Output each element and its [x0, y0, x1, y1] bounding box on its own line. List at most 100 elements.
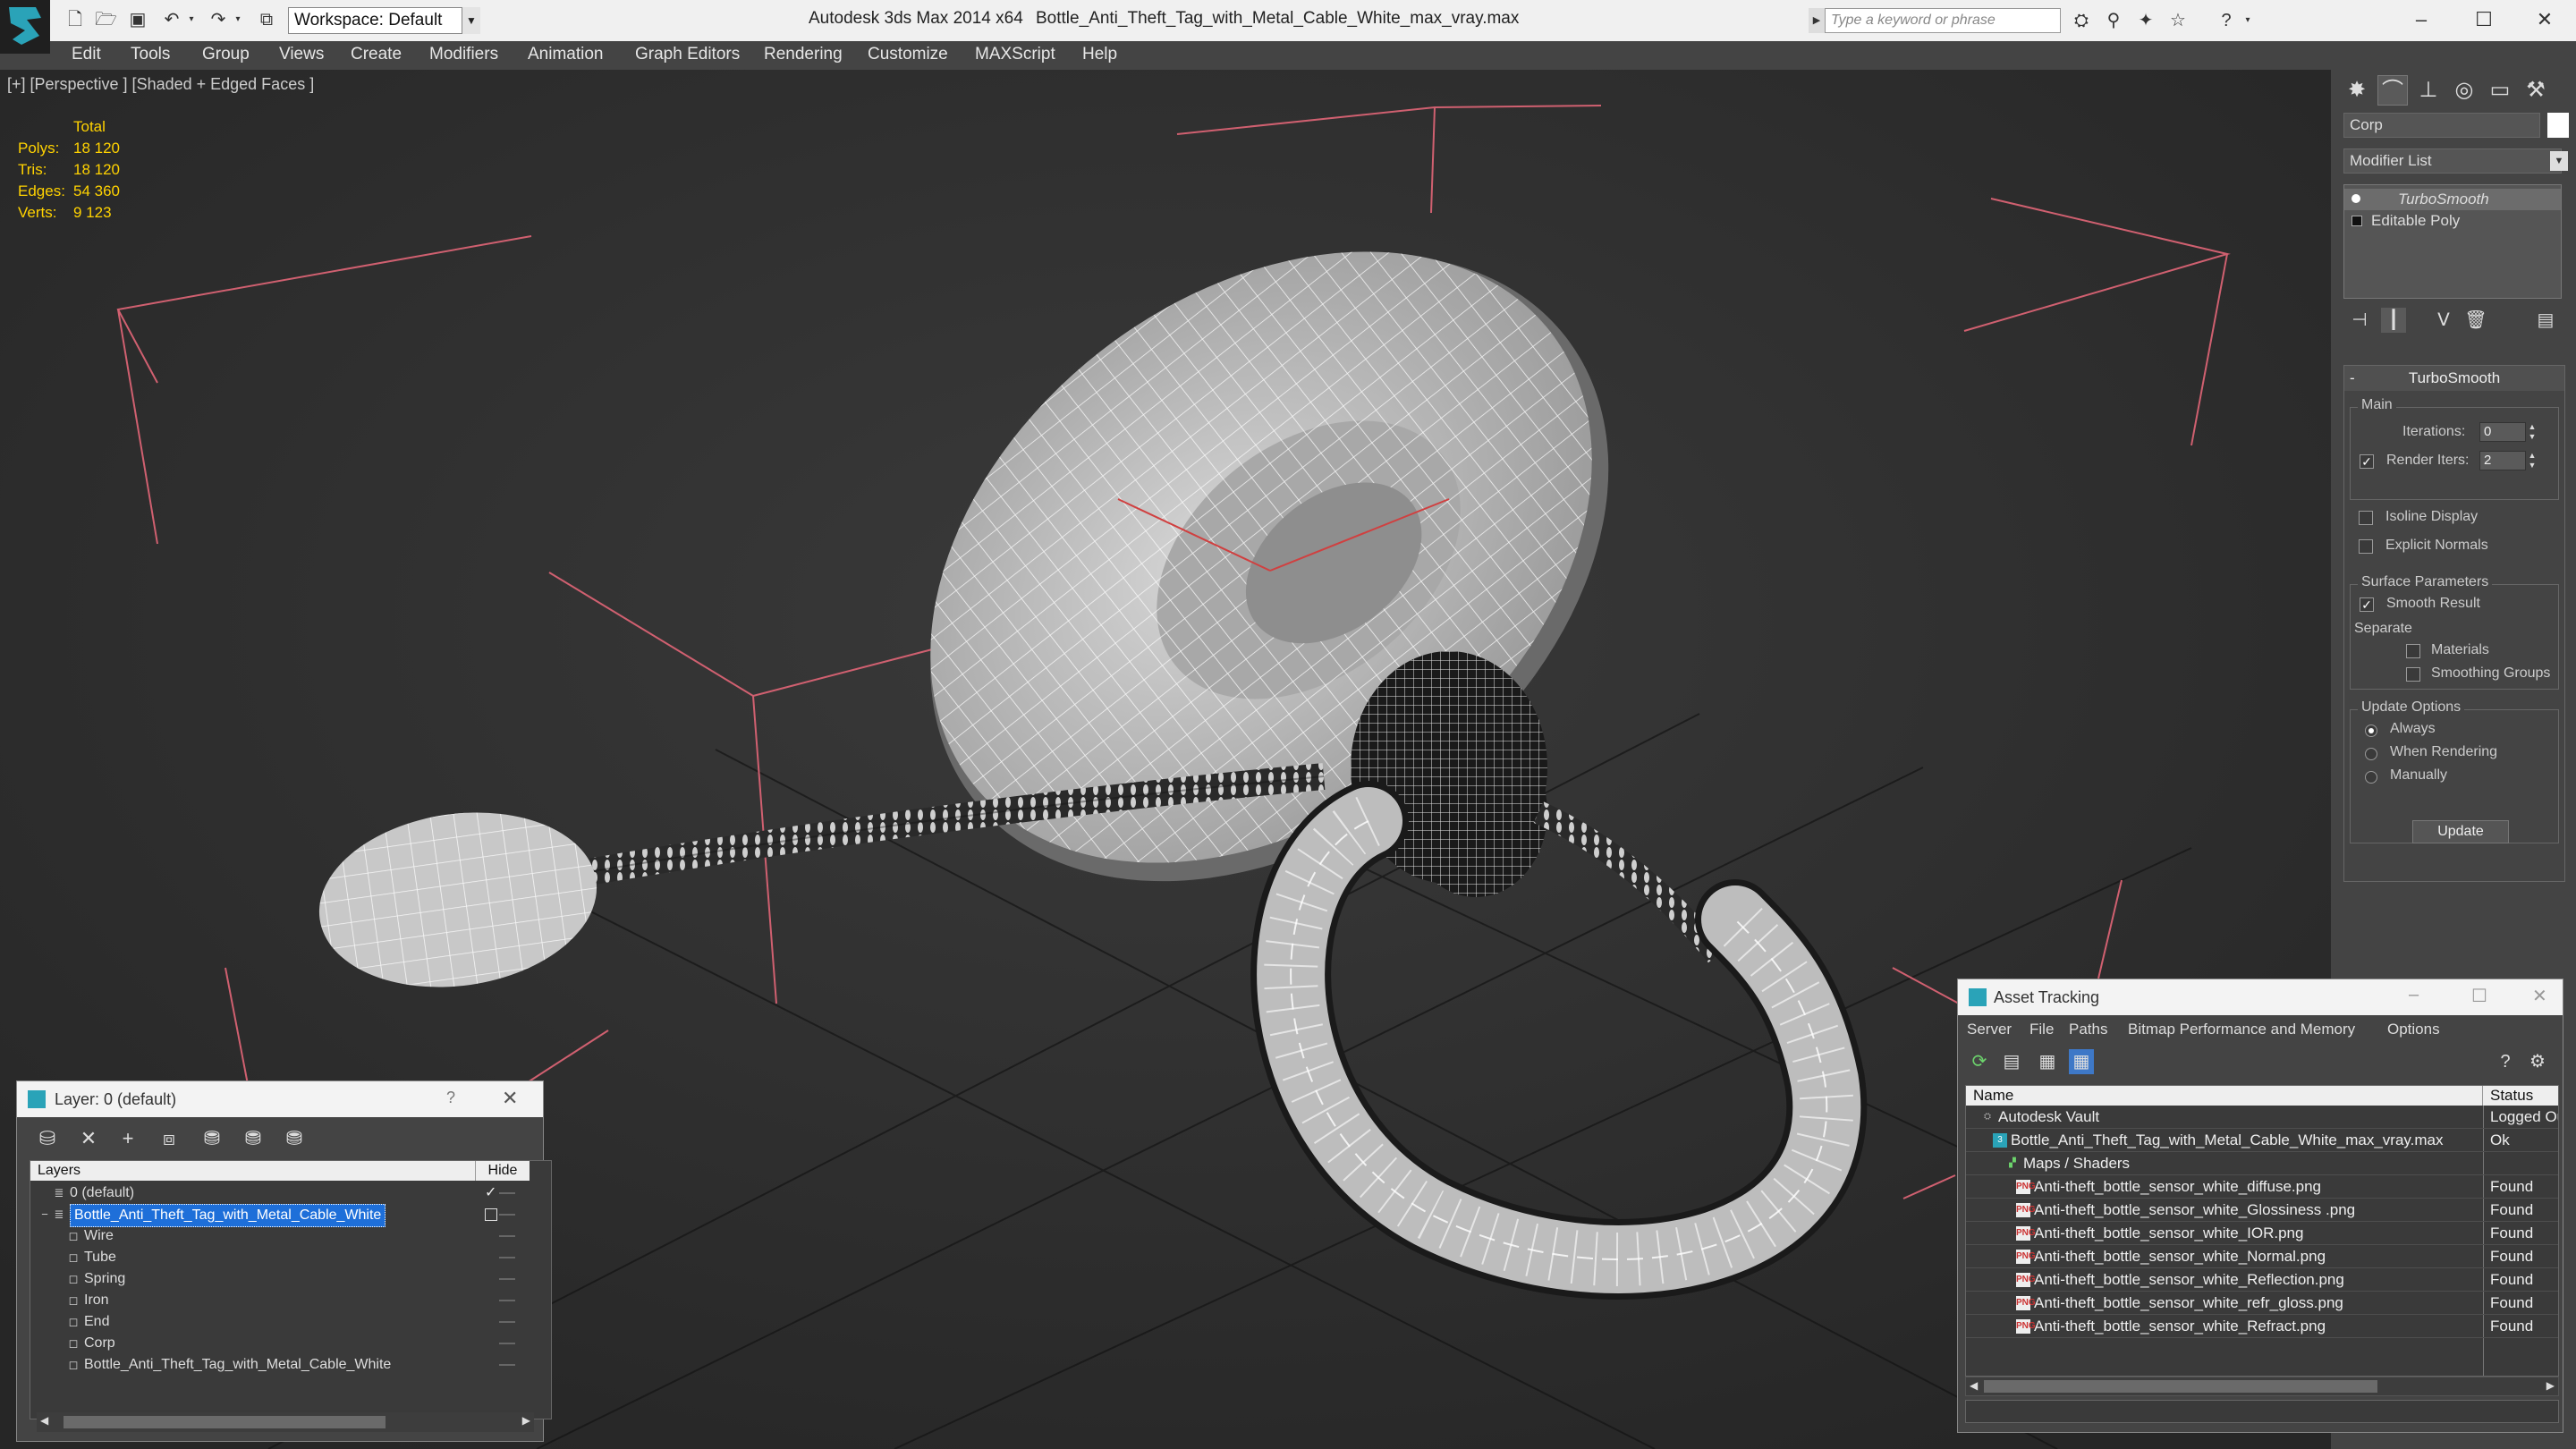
binoculars-icon[interactable]: ⛭	[2070, 9, 2093, 32]
asset-row[interactable]: PNG Anti-theft_bottle_sensor_white_Refra…	[1966, 1315, 2558, 1338]
spinner-arrows-icon[interactable]: ▲ ▼	[2526, 422, 2538, 442]
menu-graph-editors[interactable]: Graph Editors	[635, 45, 740, 64]
app-logo-icon[interactable]	[0, 0, 50, 54]
menu-group[interactable]: Group	[202, 45, 250, 64]
hide-toggle[interactable]	[499, 1321, 515, 1323]
menu-file[interactable]: File	[2029, 1021, 2054, 1038]
refresh-icon[interactable]: ⟳	[1967, 1049, 1992, 1074]
layer-child-row[interactable]: ◻ Iron	[30, 1290, 530, 1311]
menu-customize[interactable]: Customize	[868, 45, 948, 64]
select-objects-icon[interactable]: ⧈	[157, 1126, 182, 1151]
horizontal-scrollbar[interactable]: ◀ ▶	[1965, 1377, 2559, 1396]
collapse-icon[interactable]: −	[38, 1208, 52, 1222]
help-icon[interactable]: ?	[2493, 1049, 2518, 1074]
asset-path-field[interactable]	[1965, 1400, 2559, 1423]
stack-item-editable-poly[interactable]: Editable Poly	[2344, 210, 2561, 232]
spinner-arrows-icon[interactable]: ▲ ▼	[2526, 451, 2538, 470]
motion-tab-icon[interactable]: ◎	[2449, 75, 2479, 106]
undo-icon[interactable]: ↶	[161, 9, 182, 30]
smoothing-groups-checkbox[interactable]	[2406, 667, 2420, 682]
list-view-icon[interactable]: ▤	[1999, 1049, 2024, 1074]
horizontal-scrollbar[interactable]: ◀ ▶	[37, 1412, 534, 1432]
scroll-right-icon[interactable]: ▶	[2546, 1379, 2555, 1392]
asset-row[interactable]: PNG Anti-theft_bottle_sensor_white_Refle…	[1966, 1268, 2558, 1292]
star-icon[interactable]: ☆	[2166, 9, 2190, 32]
grid-view-icon[interactable]: ▦	[2069, 1049, 2094, 1074]
render-iters-checkbox[interactable]: ✓	[2360, 454, 2374, 469]
chevron-down-icon[interactable]: ▼	[462, 7, 480, 34]
hide-toggle[interactable]	[499, 1214, 515, 1216]
configure-sets-icon[interactable]: ▤	[2533, 308, 2558, 333]
highlight-layer-icon[interactable]: ⛃	[199, 1126, 225, 1151]
object-name-field[interactable]: Corp	[2343, 113, 2540, 138]
column-header-hide[interactable]: Hide	[476, 1161, 530, 1181]
asset-row[interactable]: PNG Anti-theft_bottle_sensor_white_IOR.p…	[1966, 1222, 2558, 1245]
menu-paths[interactable]: Paths	[2069, 1021, 2107, 1038]
project-folder-icon[interactable]: ⧉	[256, 9, 277, 30]
menu-edit[interactable]: Edit	[72, 45, 101, 64]
scrollbar-thumb[interactable]	[1984, 1380, 2377, 1393]
search-input[interactable]: Type a keyword or phrase	[1825, 8, 2061, 33]
utilities-tab-icon[interactable]: ⚒	[2521, 75, 2551, 106]
layer-child-row[interactable]: ◻ Wire	[30, 1225, 530, 1247]
menu-help[interactable]: Help	[1082, 45, 1117, 64]
redo-dropdown-icon[interactable]: ▾	[227, 9, 249, 30]
hierarchy-tab-icon[interactable]: ⊥	[2413, 75, 2444, 106]
hide-toggle[interactable]	[499, 1235, 515, 1237]
help-icon[interactable]: ?	[2215, 9, 2238, 32]
workspace-select[interactable]: Workspace: Default	[288, 7, 479, 34]
search-icon[interactable]: ⚲	[2102, 9, 2125, 32]
chevron-down-icon[interactable]: ▼	[2550, 151, 2568, 171]
close-icon[interactable]: ✕	[502, 1087, 518, 1110]
minimize-icon[interactable]: –	[2409, 985, 2419, 1005]
asset-dialog-titlebar[interactable]: Asset Tracking – ☐ ✕	[1958, 979, 2563, 1015]
menu-animation[interactable]: Animation	[528, 45, 604, 64]
smooth-result-checkbox[interactable]: ✓	[2360, 597, 2374, 612]
menu-tools[interactable]: Tools	[131, 45, 170, 64]
close-icon[interactable]: ✕	[2532, 985, 2547, 1007]
set-current-checkbox[interactable]	[485, 1208, 497, 1221]
scroll-left-icon[interactable]: ◀	[1970, 1379, 1978, 1392]
menu-modifiers[interactable]: Modifiers	[429, 45, 498, 64]
always-radio[interactable]	[2365, 724, 2377, 737]
hide-all-icon[interactable]: ⛃	[241, 1126, 266, 1151]
create-layer-icon[interactable]: ⛁	[35, 1126, 60, 1151]
layer-child-row[interactable]: ◻ Corp	[30, 1333, 530, 1354]
manually-radio[interactable]	[2365, 771, 2377, 784]
modify-tab-icon[interactable]: ⌒	[2377, 75, 2408, 106]
asset-row[interactable]: PNG Anti-theft_bottle_sensor_white_Norma…	[1966, 1245, 2558, 1268]
column-header-layers[interactable]: Layers	[30, 1161, 476, 1181]
column-header-name[interactable]: Name	[1966, 1086, 2483, 1106]
collapse-icon[interactable]: -	[2350, 366, 2355, 391]
redo-icon[interactable]: ↷	[208, 9, 229, 30]
lightbulb-icon[interactable]	[2351, 194, 2360, 203]
layer-row-selected[interactable]: − ≣ Bottle_Anti_Theft_Tag_with_Metal_Cab…	[30, 1204, 530, 1227]
asset-row[interactable]: 3 Bottle_Anti_Theft_Tag_with_Metal_Cable…	[1966, 1129, 2558, 1152]
delete-layer-icon[interactable]: ✕	[76, 1126, 101, 1151]
stack-item-turbosmooth[interactable]: TurboSmooth	[2344, 189, 2561, 210]
column-header-status[interactable]: Status	[2483, 1086, 2558, 1106]
help-icon[interactable]: ?	[446, 1089, 455, 1107]
when-rendering-radio[interactable]	[2365, 748, 2377, 760]
table-view-icon[interactable]: ▦	[2035, 1049, 2060, 1074]
layer-child-row[interactable]: ◻ Tube	[30, 1247, 530, 1268]
materials-checkbox[interactable]	[2406, 644, 2420, 658]
viewport-label[interactable]: [+] [Perspective ] [Shaded + Edged Faces…	[7, 75, 314, 94]
save-icon[interactable]: ▣	[127, 9, 148, 30]
help-dropdown-icon[interactable]: ▾	[2236, 9, 2259, 32]
explicit-normals-checkbox[interactable]	[2359, 539, 2373, 554]
undo-dropdown-icon[interactable]: ▾	[181, 9, 202, 30]
menu-create[interactable]: Create	[351, 45, 402, 64]
expand-box-icon[interactable]	[2351, 216, 2362, 226]
close-icon[interactable]: ✕	[2521, 4, 2569, 36]
show-end-result-icon[interactable]: ┃	[2381, 308, 2406, 333]
layer-child-row[interactable]: ◻ End	[30, 1311, 530, 1333]
object-color-swatch[interactable]	[2547, 113, 2569, 138]
freeze-all-icon[interactable]: ⛃	[282, 1126, 307, 1151]
asset-row[interactable]: PNG Anti-theft_bottle_sensor_white_diffu…	[1966, 1175, 2558, 1199]
search-expand-icon[interactable]: ▶	[1809, 8, 1825, 33]
help-search-icon[interactable]: ⚙	[2525, 1049, 2550, 1074]
menu-rendering[interactable]: Rendering	[764, 45, 843, 64]
hide-toggle[interactable]	[499, 1364, 515, 1366]
asset-row[interactable]: ⛭ Autodesk Vault Logged Ou	[1966, 1106, 2558, 1129]
